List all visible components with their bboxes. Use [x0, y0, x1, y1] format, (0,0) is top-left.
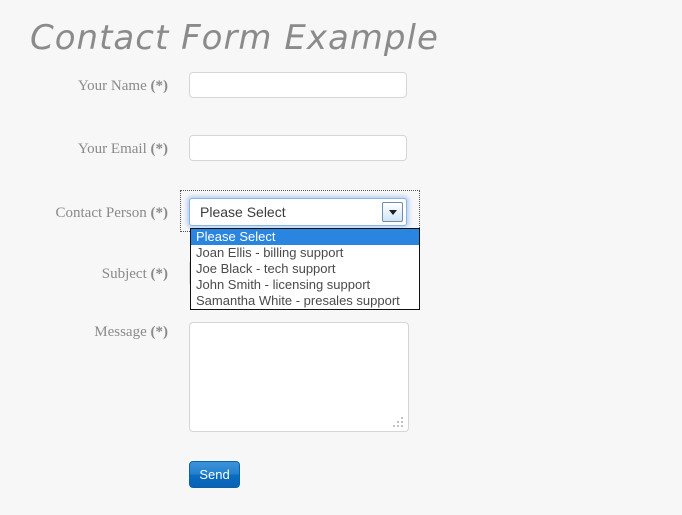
required-marker-subject: (*) — [150, 266, 169, 282]
dropdown-option-4[interactable]: Samantha White - presales support — [191, 293, 419, 309]
contact-person-dropdown-button[interactable] — [382, 202, 403, 222]
contact-person-selected-value: Please Select — [200, 204, 286, 220]
chevron-down-icon — [388, 210, 397, 215]
send-button[interactable]: Send — [189, 461, 240, 488]
label-your-email-text: Your Email — [77, 141, 147, 157]
label-contact-person: Contact Person (*) — [0, 205, 169, 222]
required-marker-your-email: (*) — [150, 141, 169, 157]
message-textarea[interactable] — [189, 322, 409, 432]
your-name-input[interactable] — [189, 72, 407, 98]
label-your-email: Your Email (*) — [0, 141, 168, 158]
page-title: Contact Form Example — [30, 18, 439, 58]
label-subject-text: Subject — [101, 266, 147, 282]
dropdown-option-0[interactable]: Please Select — [191, 229, 419, 245]
label-message-text: Message — [94, 324, 147, 340]
required-marker-your-name: (*) — [150, 78, 169, 94]
required-marker-message: (*) — [150, 324, 169, 340]
required-marker-contact-person: (*) — [150, 205, 169, 221]
dropdown-option-3[interactable]: John Smith - licensing support — [191, 277, 419, 293]
label-your-name: Your Name (*) — [0, 78, 168, 95]
dropdown-option-2[interactable]: Joe Black - tech support — [191, 261, 419, 277]
contact-person-select[interactable]: Please Select — [189, 198, 407, 226]
dropdown-option-1[interactable]: Joan Ellis - billing support — [191, 245, 419, 261]
your-email-input[interactable] — [189, 135, 407, 161]
label-subject: Subject (*) — [0, 266, 168, 283]
label-your-name-text: Your Name — [77, 78, 147, 94]
label-message: Message (*) — [0, 324, 168, 341]
contact-person-dropdown-list[interactable]: Please Select Joan Ellis - billing suppo… — [190, 228, 420, 310]
label-contact-person-text: Contact Person — [55, 205, 147, 221]
